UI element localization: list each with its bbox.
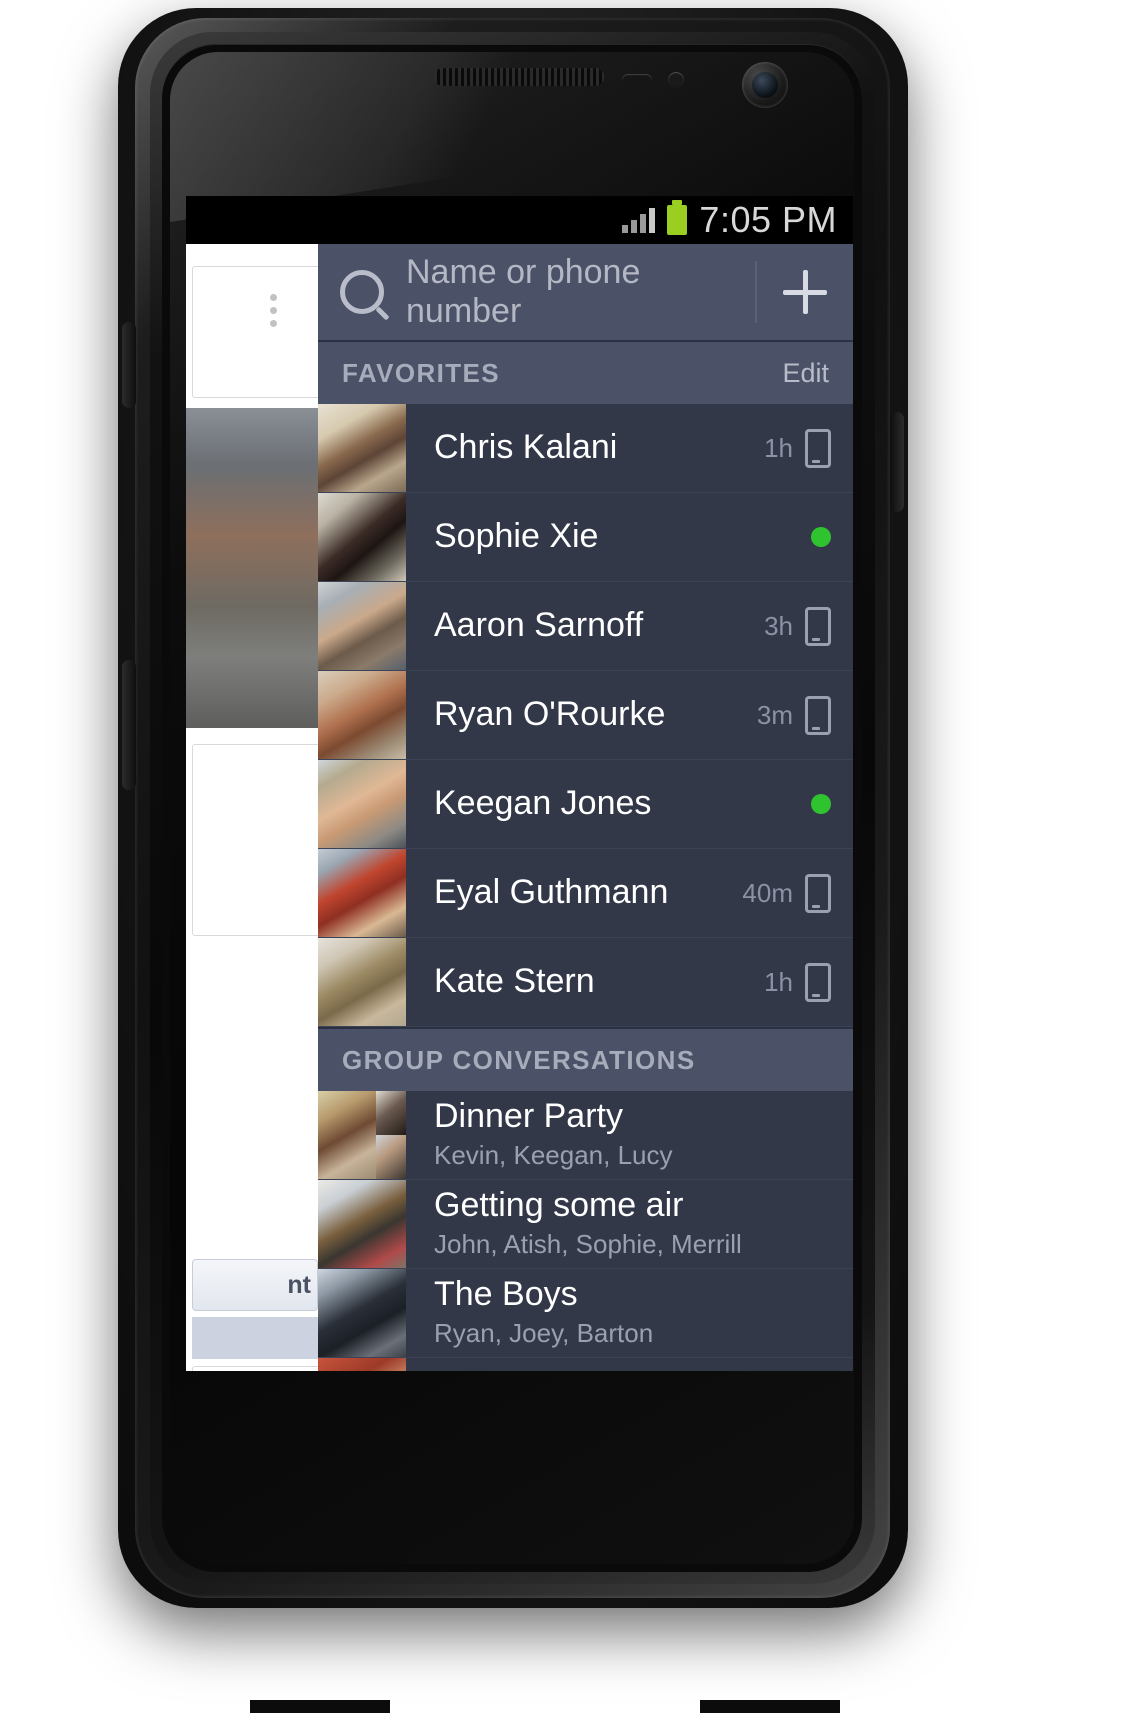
avatar	[318, 404, 406, 492]
group-name: Dinner Party	[434, 1096, 623, 1135]
group-members: Kevin, Keegan, Lucy	[434, 1140, 673, 1171]
volume-up-button[interactable]	[122, 322, 136, 408]
mobile-icon	[805, 873, 831, 913]
volume-down-button[interactable]	[122, 660, 136, 790]
row-status	[799, 794, 853, 814]
mobile-icon	[805, 428, 831, 468]
status-bar-clock: 7:05 PM	[699, 199, 837, 240]
avatar	[318, 671, 406, 759]
row-status	[799, 527, 853, 547]
bg-photo-street[interactable]	[186, 408, 318, 728]
avatar	[318, 493, 406, 581]
last-active-time: 1h	[764, 432, 793, 463]
list-item[interactable]: Dinner Party Kevin, Keegan, Lucy	[318, 1091, 853, 1180]
group-members: John, Atish, Sophie, Merrill	[434, 1229, 742, 1260]
phone-bottom-trim-right	[700, 1700, 840, 1713]
group-name: The Boys	[434, 1274, 578, 1313]
search-icon	[340, 270, 384, 314]
contacts-scroll-list[interactable]: FAVORITES Edit Chris Kalani 1h Sophie Xi…	[318, 340, 853, 1371]
bg-comment-button[interactable]: nt	[192, 1259, 318, 1311]
proximity-sensor-icon	[622, 74, 652, 86]
row-status: 3m	[756, 695, 853, 735]
row-status: 1h	[764, 962, 853, 1002]
avatar	[318, 582, 406, 670]
front-camera-lens-icon	[752, 72, 778, 98]
avatar	[318, 1358, 406, 1371]
earpiece-speaker	[434, 68, 604, 86]
list-item[interactable]: Aaron Sarnoff 3h	[318, 582, 853, 671]
section-header-group-conversations: GROUP CONVERSATIONS	[318, 1027, 853, 1091]
contact-name: Keegan Jones	[434, 784, 652, 823]
section-title-group-conversations: GROUP CONVERSATIONS	[342, 1044, 696, 1075]
mobile-icon	[805, 695, 831, 735]
avatar	[318, 760, 406, 848]
last-active-time: 3h	[764, 610, 793, 641]
group-name: Getting some air	[434, 1185, 684, 1224]
section-title-favorites: FAVORITES	[342, 357, 501, 388]
plus-icon[interactable]	[757, 244, 853, 340]
bg-card-1[interactable]	[192, 266, 318, 398]
list-item[interactable]: Kate Stern 1h	[318, 938, 853, 1027]
online-status-dot	[811, 527, 831, 547]
bg-divider-strip	[192, 1317, 318, 1359]
contact-name: Eyal Guthmann	[434, 873, 669, 912]
kebab-menu-icon[interactable]	[270, 294, 277, 327]
list-item[interactable]: Eyal Guthmann 40m	[318, 849, 853, 938]
light-sensor-icon	[668, 72, 684, 88]
online-status-dot	[811, 794, 831, 814]
list-item[interactable]: The Boys Ryan, Joey, Barton	[318, 1269, 853, 1358]
app-header: Name or phone number	[318, 244, 853, 340]
group-members: Ryan, Joey, Barton	[434, 1318, 654, 1349]
contact-name: Kate Stern	[434, 962, 595, 1001]
list-item-partial[interactable]	[318, 1358, 853, 1371]
search-placeholder: Name or phone number	[406, 253, 641, 330]
section-header-favorites: FAVORITES Edit	[318, 340, 853, 404]
list-item[interactable]: Chris Kalani 1h	[318, 404, 853, 493]
power-button[interactable]	[890, 412, 904, 512]
avatar	[318, 938, 406, 1026]
contact-name: Ryan O'Rourke	[434, 695, 666, 734]
list-item[interactable]: Sophie Xie	[318, 493, 853, 582]
phone-bottom-trim-left	[250, 1700, 390, 1713]
background-app-newsfeed[interactable]: nt	[186, 244, 318, 1371]
list-item[interactable]: Keegan Jones	[318, 760, 853, 849]
bg-card-3[interactable]	[192, 1366, 318, 1371]
contact-name: Chris Kalani	[434, 428, 618, 467]
avatar	[318, 1269, 406, 1357]
signal-bars-icon	[622, 207, 656, 233]
last-active-time: 1h	[764, 966, 793, 997]
avatar	[318, 1180, 406, 1268]
contact-name: Aaron Sarnoff	[434, 606, 644, 645]
last-active-time: 40m	[742, 877, 793, 908]
avatar	[318, 1091, 406, 1179]
phone-screen: 7:05 PM nt Name or phone number FAVORITE…	[186, 196, 853, 1371]
messenger-panel: Name or phone number FAVORITES Edit Chri…	[318, 244, 853, 1371]
edit-favorites-button[interactable]: Edit	[782, 358, 829, 389]
status-bar: 7:05 PM	[186, 196, 853, 244]
list-item[interactable]: Getting some air John, Atish, Sophie, Me…	[318, 1180, 853, 1269]
row-status: 1h	[764, 428, 853, 468]
row-status: 40m	[742, 873, 853, 913]
last-active-time: 3m	[756, 699, 793, 730]
contact-name: Sophie Xie	[434, 517, 599, 556]
avatar	[318, 849, 406, 937]
list-item[interactable]: Ryan O'Rourke 3m	[318, 671, 853, 760]
mobile-icon	[805, 962, 831, 1002]
mobile-icon	[805, 606, 831, 646]
row-status: 3h	[764, 606, 853, 646]
bg-card-2[interactable]	[192, 744, 318, 936]
battery-full-icon	[667, 200, 688, 235]
search-input[interactable]: Name or phone number	[318, 244, 755, 340]
